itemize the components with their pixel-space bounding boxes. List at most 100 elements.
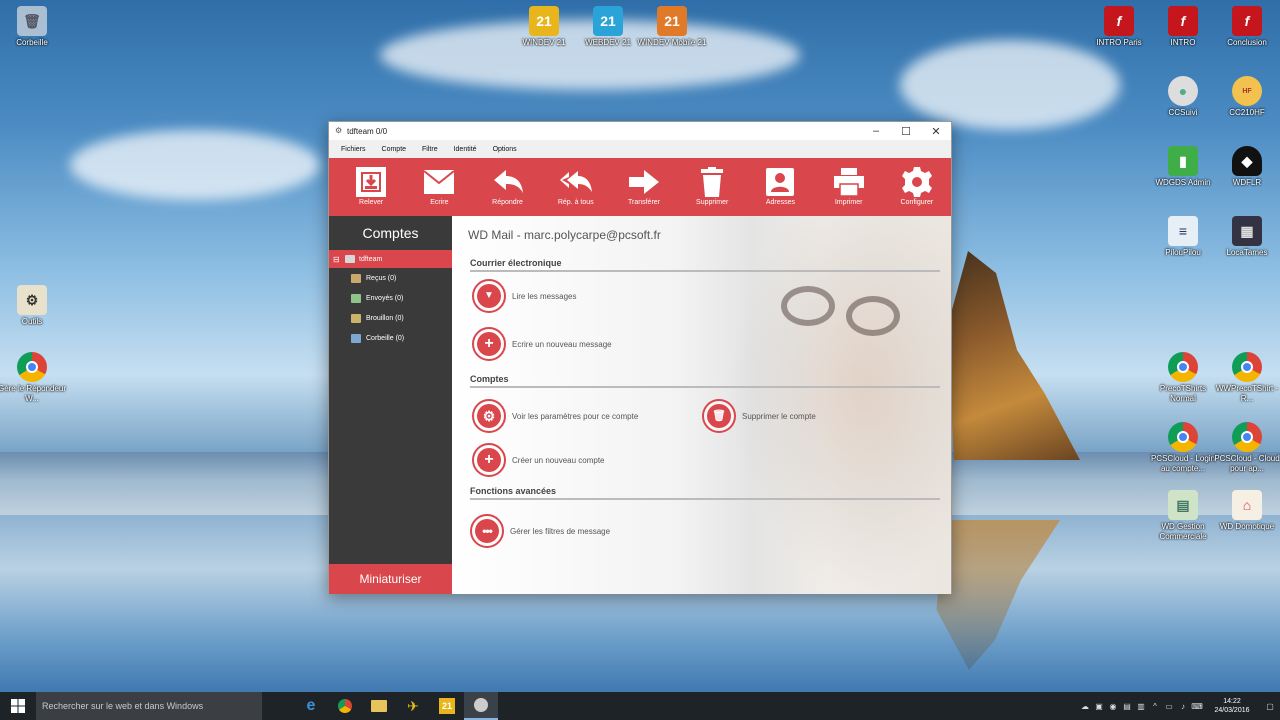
edge-icon: e bbox=[306, 697, 316, 714]
ecrire-message-action[interactable]: + Ecrire un nouveau message bbox=[472, 327, 612, 361]
tree-account-tdfteam[interactable]: ⊟ tdfteam bbox=[329, 250, 452, 268]
lire-messages-action[interactable]: ▼ Lire les messages bbox=[472, 279, 576, 313]
gear-icon: ⚙ bbox=[477, 404, 501, 428]
collapse-icon[interactable]: ⊟ bbox=[333, 255, 341, 264]
tray-app-icon[interactable]: ◉ bbox=[1106, 692, 1120, 720]
tools-icon: ⚙ bbox=[17, 285, 47, 315]
tree-folder-envoyes[interactable]: Envoyés (0) bbox=[329, 288, 452, 308]
tray-cloud-icon[interactable]: ☁ bbox=[1078, 692, 1092, 720]
maximize-button[interactable]: ☐ bbox=[891, 122, 921, 140]
supprimer-compte-action[interactable]: 🗑 Supprimer le compte bbox=[702, 399, 816, 433]
desktop-icon-outils[interactable]: ⚙ Outils bbox=[0, 285, 67, 327]
network-icon[interactable]: ▭ bbox=[1162, 692, 1176, 720]
plus-icon: + bbox=[477, 448, 501, 472]
window-title: tdfteam 0/0 bbox=[347, 126, 388, 136]
tree-folder-brouillon[interactable]: Brouillon (0) bbox=[329, 308, 452, 328]
write-message-button[interactable]: + bbox=[472, 327, 506, 361]
sunglasses-decor bbox=[846, 296, 900, 336]
sidebar-title: Comptes bbox=[362, 225, 419, 241]
tray-app-icon[interactable]: ▥ bbox=[1134, 692, 1148, 720]
notifications-icon[interactable]: ▢ bbox=[1260, 692, 1280, 720]
desktop-icon-pcscloud-login[interactable]: PCSCloud - Login au compte... bbox=[1148, 422, 1218, 474]
ecrire-button[interactable]: Ecrire bbox=[405, 158, 473, 216]
clock-date: 24/03/2016 bbox=[1214, 707, 1250, 714]
desktop-icon-windev[interactable]: 21 WINDEV 21 bbox=[509, 6, 579, 48]
taskbar-chrome[interactable] bbox=[328, 692, 362, 720]
transferer-button[interactable]: Transférer bbox=[610, 158, 678, 216]
supprimer-button[interactable]: Supprimer bbox=[678, 158, 746, 216]
close-button[interactable]: ✕ bbox=[921, 122, 951, 140]
keyboard-icon[interactable]: ⌨ bbox=[1190, 692, 1204, 720]
desktop-icon-intro-paris[interactable]: f INTRO Paris bbox=[1084, 6, 1154, 48]
imprimer-button[interactable]: Imprimer bbox=[815, 158, 883, 216]
read-messages-button[interactable]: ▼ bbox=[472, 279, 506, 313]
desktop-icon-pcscloud-cloud[interactable]: PCSCloud - Cloud pour ap... bbox=[1212, 422, 1280, 474]
chevron-up-icon[interactable]: ^ bbox=[1148, 692, 1162, 720]
sent-icon bbox=[351, 293, 361, 303]
desktop-icon-piloupilou[interactable]: ≡ PilouPilou bbox=[1148, 216, 1218, 258]
taskbar-windev[interactable]: 21 bbox=[430, 692, 464, 720]
configurer-button[interactable]: Configurer bbox=[883, 158, 951, 216]
menu-compte[interactable]: Compte bbox=[374, 146, 415, 153]
taskbar-explorer[interactable] bbox=[362, 692, 396, 720]
desktop-icon-conclusion[interactable]: f Conclusion bbox=[1212, 6, 1280, 48]
relever-button[interactable]: Relever bbox=[337, 158, 405, 216]
trash-folder-icon bbox=[351, 333, 361, 343]
title-bar: ⚙ tdfteam 0/0 – ☐ ✕ bbox=[329, 122, 951, 140]
desktop-icon-wd-domotique[interactable]: ⌂ WD Domotique bbox=[1212, 490, 1280, 532]
wdmail-window: ⚙ tdfteam 0/0 – ☐ ✕ Fichiers Compte Filt… bbox=[328, 121, 952, 594]
account-settings-button[interactable]: ⚙ bbox=[472, 399, 506, 433]
menu-options[interactable]: Options bbox=[485, 146, 525, 153]
taskbar-wdmail[interactable] bbox=[464, 692, 498, 720]
account-icon bbox=[345, 255, 355, 263]
tray-app-icon[interactable]: ▣ bbox=[1092, 692, 1106, 720]
desktop-icon-wwprecotshirt[interactable]: WWPrecoTShirt - R... bbox=[1212, 352, 1280, 404]
chrome-icon bbox=[1232, 422, 1262, 452]
desktop-icon-wdflr[interactable]: ◆ WDFLR bbox=[1212, 146, 1280, 188]
desktop-icon-recycle-bin[interactable]: 🗑 Corbeille bbox=[0, 6, 67, 48]
taskbar-edge[interactable]: e bbox=[294, 692, 328, 720]
desktop-icon-locatames[interactable]: ▦ LocaTames bbox=[1212, 216, 1280, 258]
windev-icon: 21 bbox=[529, 6, 559, 36]
tree-folder-recus[interactable]: Reçus (0) bbox=[329, 268, 452, 288]
tray-app-icon[interactable]: ▤ bbox=[1120, 692, 1134, 720]
voir-parametres-action[interactable]: ⚙ Voir les paramètres pour ce compte bbox=[472, 399, 638, 433]
filters-button[interactable]: ••• bbox=[470, 514, 504, 548]
desktop-icon-cc210hf[interactable]: HF CC210HF bbox=[1212, 76, 1280, 118]
adresses-button[interactable]: Adresses bbox=[746, 158, 814, 216]
page-title: WD Mail - marc.polycarpe@pcsoft.fr bbox=[468, 228, 661, 242]
desktop-icon-repondeur[interactable]: Gère le Répondeur W... bbox=[0, 352, 67, 404]
volume-icon[interactable]: ♪ bbox=[1176, 692, 1190, 720]
delete-account-button[interactable]: 🗑 bbox=[702, 399, 736, 433]
clock[interactable]: 14:22 24/03/2016 bbox=[1204, 697, 1260, 715]
cloud bbox=[70, 130, 320, 200]
gerer-filtres-action[interactable]: ••• Gérer les filtres de message bbox=[470, 514, 610, 548]
section-comptes: Comptes bbox=[470, 374, 940, 388]
arrow-down-icon: ▼ bbox=[477, 284, 501, 308]
windev-icon: 21 bbox=[439, 698, 455, 714]
recycle-bin-icon: 🗑 bbox=[17, 6, 47, 36]
miniaturiser-button[interactable]: Miniaturiser bbox=[329, 564, 452, 594]
desktop-icon-windev-mobile[interactable]: 21 WINDEV Mobile 21 bbox=[637, 6, 707, 48]
taskbar-search-input[interactable]: Rechercher sur le web et dans Windows bbox=[36, 692, 262, 720]
desktop-icon-wd-gestion[interactable]: ▤ WD Gestion Commerciale bbox=[1148, 490, 1218, 542]
desktop-icon-intro[interactable]: f INTRO bbox=[1148, 6, 1218, 48]
create-account-button[interactable]: + bbox=[472, 443, 506, 477]
desktop-icon-wdgds-admin[interactable]: ▮ WDGDS Admin bbox=[1148, 146, 1218, 188]
menu-filtre[interactable]: Filtre bbox=[414, 146, 446, 153]
desktop-icon-webdev[interactable]: 21 WEBDEV 21 bbox=[573, 6, 643, 48]
download-icon bbox=[356, 167, 387, 197]
trash-icon: 🗑 bbox=[707, 404, 731, 428]
creer-compte-action[interactable]: + Créer un nouveau compte bbox=[472, 443, 605, 477]
tree-folder-corbeille[interactable]: Corbeille (0) bbox=[329, 328, 452, 348]
minimize-button[interactable]: – bbox=[861, 122, 891, 140]
repondre-a-tous-button[interactable]: Rép. à tous bbox=[542, 158, 610, 216]
start-button[interactable] bbox=[0, 692, 36, 720]
desktop-icon-ccsuivi[interactable]: ● CCSuivi bbox=[1148, 76, 1218, 118]
menu-fichiers[interactable]: Fichiers bbox=[333, 146, 374, 153]
menu-identite[interactable]: Identité bbox=[446, 146, 485, 153]
desktop-icon-precotshirts[interactable]: PrecoTShirts Normal bbox=[1148, 352, 1218, 404]
repondre-button[interactable]: Répondre bbox=[473, 158, 541, 216]
taskbar: Rechercher sur le web et dans Windows e … bbox=[0, 692, 1280, 720]
taskbar-app[interactable]: ✈ bbox=[396, 692, 430, 720]
